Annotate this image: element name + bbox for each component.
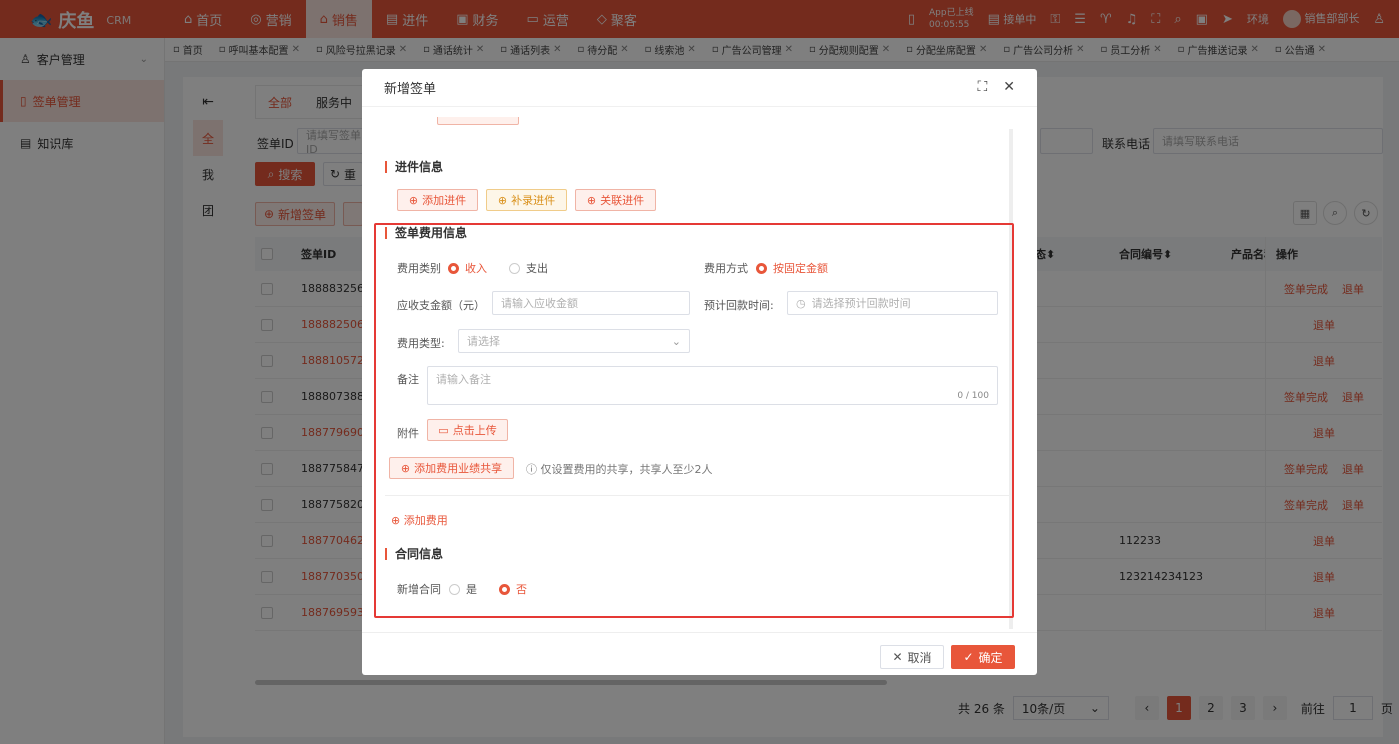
plus-circle-icon: ⊕: [586, 193, 597, 207]
confirm-button[interactable]: ✓ 确定: [951, 645, 1015, 669]
modal-title: 新增签单: [384, 82, 437, 97]
partial-button[interactable]: [437, 117, 519, 125]
fullscreen-icon[interactable]: ⛶: [977, 79, 987, 95]
modal-footer: ✕ 取消 ✓ 确定: [362, 632, 1037, 675]
cancel-button[interactable]: ✕ 取消: [880, 645, 944, 669]
bulu-jinjian-button[interactable]: ⊕ 补录进件: [486, 189, 567, 211]
add-jinjian-button[interactable]: ⊕ 添加进件: [397, 189, 478, 211]
modal-header: 新增签单 ⛶ ✕: [362, 69, 1037, 107]
plus-circle-icon: ⊕: [408, 193, 419, 207]
plus-circle-icon: ⊕: [497, 193, 508, 207]
link-jinjian-button[interactable]: ⊕ 关联进件: [575, 189, 656, 211]
check-icon: ✓: [963, 650, 974, 664]
close-icon: ✕: [892, 650, 903, 664]
highlight-box: [374, 223, 1014, 618]
section-jinjian: 进件信息: [385, 161, 443, 173]
close-icon[interactable]: ✕: [1003, 79, 1015, 95]
